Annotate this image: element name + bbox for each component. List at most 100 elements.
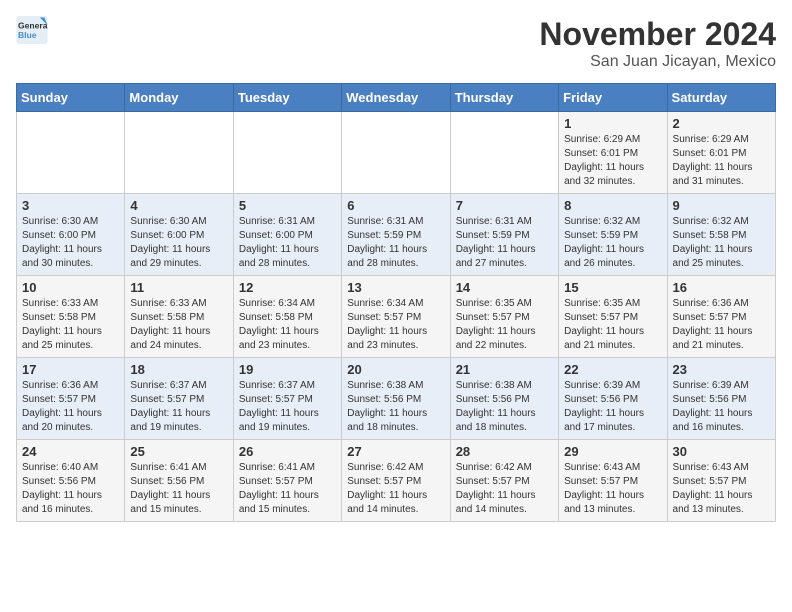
day-info: Sunrise: 6:38 AM Sunset: 5:56 PM Dayligh… bbox=[347, 379, 444, 435]
day-number: 27 bbox=[347, 444, 444, 459]
day-info: Sunrise: 6:33 AM Sunset: 5:58 PM Dayligh… bbox=[22, 297, 119, 353]
day-number: 4 bbox=[130, 198, 227, 213]
calendar-cell bbox=[342, 112, 450, 194]
svg-text:General: General bbox=[18, 20, 48, 30]
day-info: Sunrise: 6:31 AM Sunset: 5:59 PM Dayligh… bbox=[456, 215, 553, 271]
calendar-cell: 10 Sunrise: 6:33 AM Sunset: 5:58 PM Dayli… bbox=[17, 276, 125, 358]
title-area: November 2024 San Juan Jicayan, Mexico bbox=[539, 16, 776, 71]
day-info: Sunrise: 6:36 AM Sunset: 5:57 PM Dayligh… bbox=[673, 297, 770, 353]
column-header-tuesday: Tuesday bbox=[233, 84, 341, 112]
calendar-cell: 30 Sunrise: 6:43 AM Sunset: 5:57 PM Dayli… bbox=[667, 440, 775, 522]
calendar-cell: 12 Sunrise: 6:34 AM Sunset: 5:58 PM Dayli… bbox=[233, 276, 341, 358]
day-info: Sunrise: 6:33 AM Sunset: 5:58 PM Dayligh… bbox=[130, 297, 227, 353]
calendar-cell: 26Sunrise: 6:41 AM Sunset: 5:57 PM Dayli… bbox=[233, 440, 341, 522]
day-info: Sunrise: 6:43 AM Sunset: 5:57 PM Dayligh… bbox=[673, 461, 770, 517]
day-number: 18 bbox=[130, 362, 227, 377]
calendar-cell: 25 Sunrise: 6:41 AM Sunset: 5:56 PM Dayli… bbox=[125, 440, 233, 522]
day-info: Sunrise: 6:34 AM Sunset: 5:58 PM Dayligh… bbox=[239, 297, 336, 353]
day-info: Sunrise: 6:35 AM Sunset: 5:57 PM Dayligh… bbox=[456, 297, 553, 353]
calendar-table: SundayMondayTuesdayWednesdayThursdayFrid… bbox=[16, 83, 776, 522]
day-info: Sunrise: 6:30 AM Sunset: 6:00 PM Dayligh… bbox=[22, 215, 119, 271]
calendar-cell: 9 Sunrise: 6:32 AM Sunset: 5:58 PM Daylig… bbox=[667, 194, 775, 276]
day-number: 10 bbox=[22, 280, 119, 295]
calendar-cell: 24 Sunrise: 6:40 AM Sunset: 5:56 PM Dayli… bbox=[17, 440, 125, 522]
day-number: 2 bbox=[673, 116, 770, 131]
column-header-saturday: Saturday bbox=[667, 84, 775, 112]
day-info: Sunrise: 6:34 AM Sunset: 5:57 PM Dayligh… bbox=[347, 297, 444, 353]
day-info: Sunrise: 6:31 AM Sunset: 6:00 PM Dayligh… bbox=[239, 215, 336, 271]
day-info: Sunrise: 6:38 AM Sunset: 5:56 PM Dayligh… bbox=[456, 379, 553, 435]
calendar-cell bbox=[450, 112, 558, 194]
calendar-cell bbox=[125, 112, 233, 194]
day-info: Sunrise: 6:32 AM Sunset: 5:59 PM Dayligh… bbox=[564, 215, 661, 271]
calendar-subtitle: San Juan Jicayan, Mexico bbox=[539, 53, 776, 71]
column-header-friday: Friday bbox=[559, 84, 667, 112]
day-number: 26 bbox=[239, 444, 336, 459]
day-number: 19 bbox=[239, 362, 336, 377]
calendar-cell: 14 Sunrise: 6:35 AM Sunset: 5:57 PM Dayli… bbox=[450, 276, 558, 358]
day-info: Sunrise: 6:39 AM Sunset: 5:56 PM Dayligh… bbox=[673, 379, 770, 435]
day-info: Sunrise: 6:37 AM Sunset: 5:57 PM Dayligh… bbox=[239, 379, 336, 435]
day-number: 16 bbox=[673, 280, 770, 295]
calendar-cell: 21Sunrise: 6:38 AM Sunset: 5:56 PM Dayli… bbox=[450, 358, 558, 440]
svg-text:Blue: Blue bbox=[18, 30, 37, 40]
day-number: 11 bbox=[130, 280, 227, 295]
day-number: 22 bbox=[564, 362, 661, 377]
day-info: Sunrise: 6:39 AM Sunset: 5:56 PM Dayligh… bbox=[564, 379, 661, 435]
day-number: 23 bbox=[673, 362, 770, 377]
column-header-monday: Monday bbox=[125, 84, 233, 112]
calendar-cell: 6 Sunrise: 6:31 AM Sunset: 5:59 PM Daylig… bbox=[342, 194, 450, 276]
column-header-thursday: Thursday bbox=[450, 84, 558, 112]
calendar-cell: 16 Sunrise: 6:36 AM Sunset: 5:57 PM Dayli… bbox=[667, 276, 775, 358]
logo-icon: General Blue bbox=[16, 16, 48, 44]
day-number: 9 bbox=[673, 198, 770, 213]
calendar-cell: 20 Sunrise: 6:38 AM Sunset: 5:56 PM Dayli… bbox=[342, 358, 450, 440]
calendar-title: November 2024 bbox=[539, 16, 776, 53]
calendar-cell: 23 Sunrise: 6:39 AM Sunset: 5:56 PM Dayli… bbox=[667, 358, 775, 440]
column-header-wednesday: Wednesday bbox=[342, 84, 450, 112]
day-number: 30 bbox=[673, 444, 770, 459]
day-number: 24 bbox=[22, 444, 119, 459]
day-number: 1 bbox=[564, 116, 661, 131]
day-number: 13 bbox=[347, 280, 444, 295]
day-number: 8 bbox=[564, 198, 661, 213]
day-number: 5 bbox=[239, 198, 336, 213]
day-info: Sunrise: 6:41 AM Sunset: 5:56 PM Dayligh… bbox=[130, 461, 227, 517]
day-number: 7 bbox=[456, 198, 553, 213]
calendar-cell: 27 Sunrise: 6:42 AM Sunset: 5:57 PM Dayli… bbox=[342, 440, 450, 522]
calendar-cell: 15 Sunrise: 6:35 AM Sunset: 5:57 PM Dayli… bbox=[559, 276, 667, 358]
calendar-cell: 17 Sunrise: 6:36 AM Sunset: 5:57 PM Dayli… bbox=[17, 358, 125, 440]
day-info: Sunrise: 6:42 AM Sunset: 5:57 PM Dayligh… bbox=[456, 461, 553, 517]
calendar-cell: 28Sunrise: 6:42 AM Sunset: 5:57 PM Dayli… bbox=[450, 440, 558, 522]
calendar-cell bbox=[233, 112, 341, 194]
day-number: 29 bbox=[564, 444, 661, 459]
logo: General Blue bbox=[16, 16, 48, 44]
day-number: 12 bbox=[239, 280, 336, 295]
day-number: 20 bbox=[347, 362, 444, 377]
day-number: 14 bbox=[456, 280, 553, 295]
calendar-cell: 29 Sunrise: 6:43 AM Sunset: 5:57 PM Dayli… bbox=[559, 440, 667, 522]
day-info: Sunrise: 6:42 AM Sunset: 5:57 PM Dayligh… bbox=[347, 461, 444, 517]
calendar-cell: 4 Sunrise: 6:30 AM Sunset: 6:00 PM Daylig… bbox=[125, 194, 233, 276]
day-info: Sunrise: 6:32 AM Sunset: 5:58 PM Dayligh… bbox=[673, 215, 770, 271]
day-info: Sunrise: 6:40 AM Sunset: 5:56 PM Dayligh… bbox=[22, 461, 119, 517]
calendar-cell: 8 Sunrise: 6:32 AM Sunset: 5:59 PM Daylig… bbox=[559, 194, 667, 276]
day-info: Sunrise: 6:35 AM Sunset: 5:57 PM Dayligh… bbox=[564, 297, 661, 353]
day-number: 25 bbox=[130, 444, 227, 459]
day-info: Sunrise: 6:30 AM Sunset: 6:00 PM Dayligh… bbox=[130, 215, 227, 271]
day-info: Sunrise: 6:37 AM Sunset: 5:57 PM Dayligh… bbox=[130, 379, 227, 435]
header: General Blue November 2024 San Juan Jica… bbox=[16, 16, 776, 71]
day-info: Sunrise: 6:43 AM Sunset: 5:57 PM Dayligh… bbox=[564, 461, 661, 517]
day-number: 17 bbox=[22, 362, 119, 377]
day-number: 3 bbox=[22, 198, 119, 213]
calendar-cell: 11 Sunrise: 6:33 AM Sunset: 5:58 PM Dayli… bbox=[125, 276, 233, 358]
day-number: 6 bbox=[347, 198, 444, 213]
day-info: Sunrise: 6:36 AM Sunset: 5:57 PM Dayligh… bbox=[22, 379, 119, 435]
day-info: Sunrise: 6:29 AM Sunset: 6:01 PM Dayligh… bbox=[564, 133, 661, 189]
calendar-cell: 3 Sunrise: 6:30 AM Sunset: 6:00 PM Daylig… bbox=[17, 194, 125, 276]
calendar-cell: 7 Sunrise: 6:31 AM Sunset: 5:59 PM Daylig… bbox=[450, 194, 558, 276]
calendar-cell: 5 Sunrise: 6:31 AM Sunset: 6:00 PM Daylig… bbox=[233, 194, 341, 276]
day-number: 15 bbox=[564, 280, 661, 295]
day-info: Sunrise: 6:31 AM Sunset: 5:59 PM Dayligh… bbox=[347, 215, 444, 271]
calendar-cell: 1 Sunrise: 6:29 AM Sunset: 6:01 PM Daylig… bbox=[559, 112, 667, 194]
